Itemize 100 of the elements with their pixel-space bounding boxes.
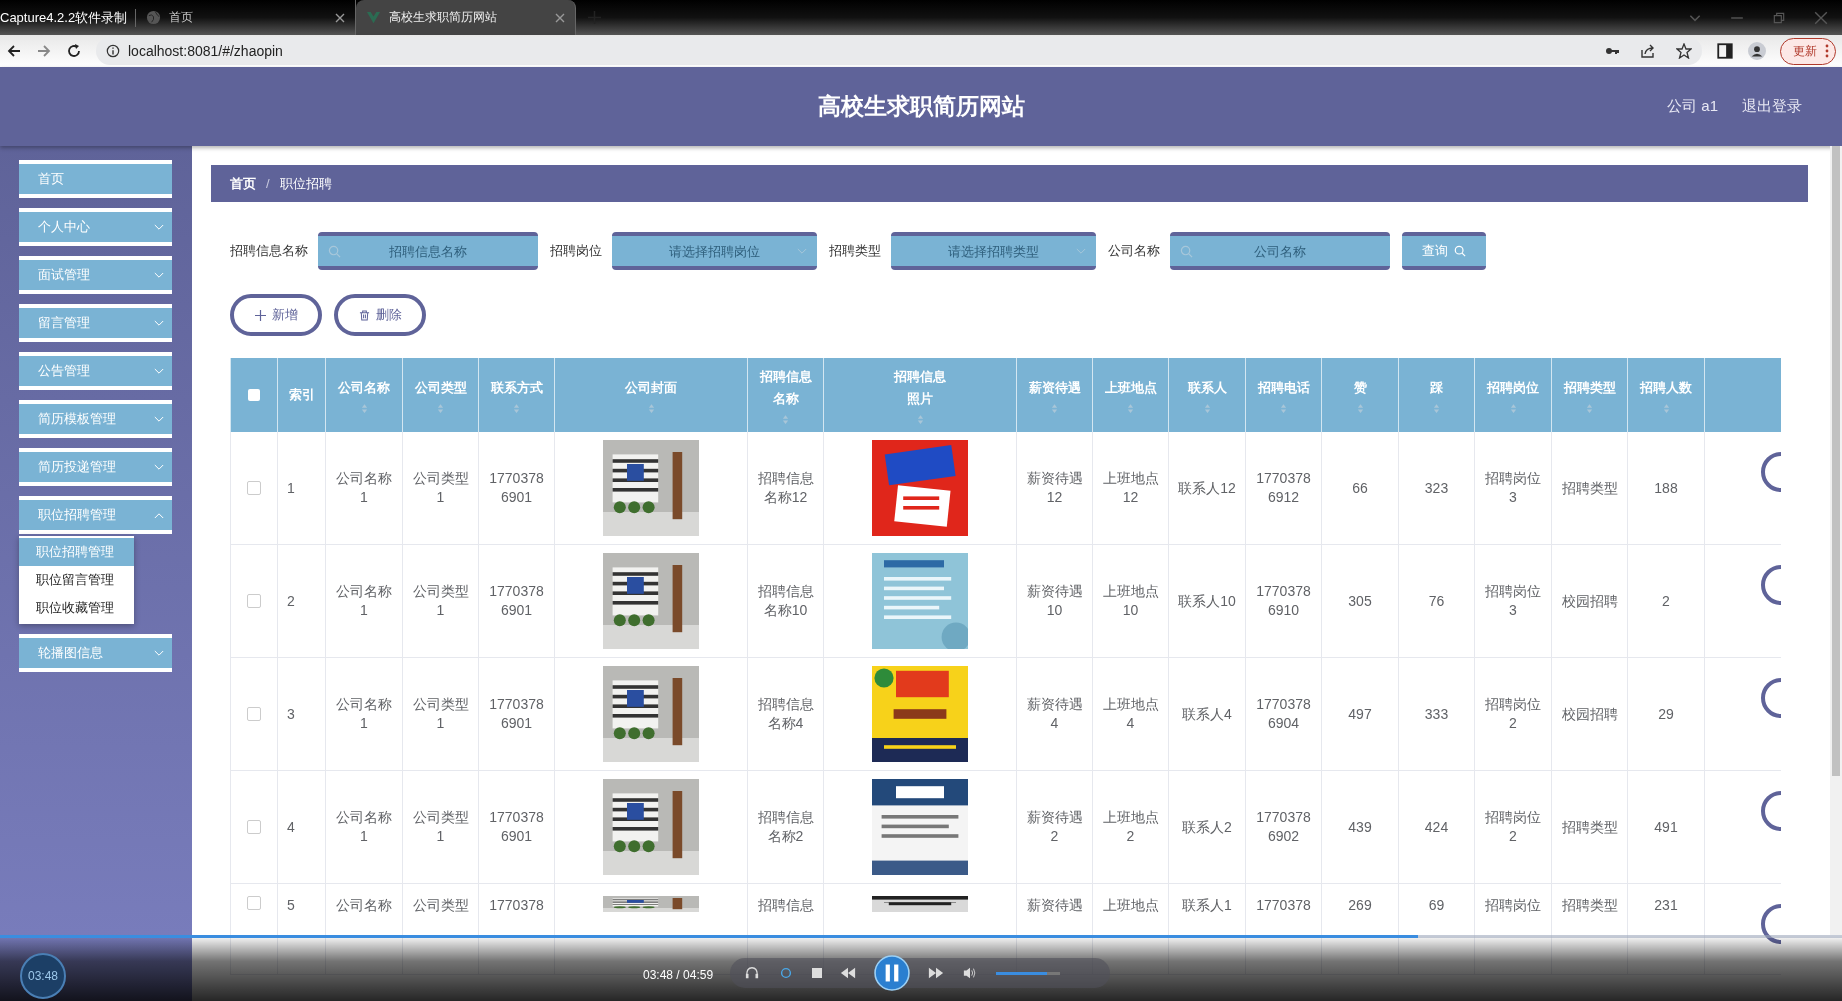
table-cell: 上班地点10	[1102, 582, 1159, 620]
select-field[interactable]: 请选择招聘岗位	[612, 232, 817, 270]
table-cell: 招聘信息名称4	[757, 695, 814, 733]
column-header[interactable]: 联系方式	[490, 376, 543, 399]
menu-item[interactable]: 轮播图信息	[19, 634, 172, 672]
column-header[interactable]: 招聘类型	[1563, 376, 1616, 399]
menu-item[interactable]: 首页	[19, 160, 172, 198]
filter-label: 招聘类型	[829, 242, 881, 260]
column-header[interactable]: 薪资待遇	[1028, 376, 1081, 399]
menu-item[interactable]: 简历模板管理	[19, 400, 172, 438]
column-header[interactable]: 踩	[1430, 376, 1443, 399]
breadcrumb-separator: /	[266, 176, 270, 191]
submenu-item[interactable]: 职位收藏管理	[19, 594, 134, 622]
table-cell-text: 2	[286, 591, 295, 611]
table-cell: 公司名称1	[336, 469, 392, 507]
filter-label: 招聘岗位	[550, 242, 602, 260]
table-cell: 424	[1424, 817, 1449, 837]
table-cell: 1770378	[1256, 896, 1311, 915]
menu-item[interactable]: 公告管理	[19, 352, 172, 390]
logout-link[interactable]: 退出登录	[1742, 97, 1802, 116]
add-button[interactable]: 新增	[230, 294, 322, 336]
table-cell: 公司名称1	[336, 582, 392, 620]
menu-item[interactable]: 面试管理	[19, 256, 172, 294]
menu-item[interactable]: 职位招聘管理	[19, 496, 172, 534]
table-cell: 17703786910	[1256, 582, 1311, 620]
table-cell: 2	[1662, 591, 1670, 611]
table-cell: 招聘类型	[1561, 817, 1618, 837]
column-header[interactable]: 招聘岗位	[1487, 376, 1539, 399]
table-cell: 招聘岗位3	[1485, 582, 1541, 620]
table-cell: 联系人1	[1182, 896, 1232, 915]
table-cell: 17703786901	[489, 695, 544, 733]
table-cell: 上班地点12	[1102, 469, 1159, 507]
submenu-item[interactable]: 职位留言管理	[19, 566, 134, 594]
breadcrumb-item[interactable]: 首页	[230, 174, 256, 193]
select-field[interactable]: 请选择招聘类型	[891, 232, 1096, 270]
table-cell: 公司类型1	[412, 808, 469, 846]
column-header[interactable]: 招聘人数	[1640, 376, 1692, 399]
table-cell: 招聘岗位	[1485, 896, 1541, 915]
table-cell: 231	[1654, 896, 1678, 915]
table-cell: 上班地点2	[1102, 808, 1159, 846]
table-cell: 66	[1352, 478, 1368, 498]
search-field[interactable]: 招聘信息名称	[318, 232, 538, 270]
submenu-item[interactable]: 职位招聘管理	[19, 538, 134, 566]
menu-item[interactable]: 简历投递管理	[19, 448, 172, 486]
table-cell: 上班地点	[1102, 896, 1159, 915]
table-cell: 薪资待遇2	[1026, 808, 1083, 846]
table-cell: 招聘岗位2	[1485, 695, 1541, 733]
table-cell: 439	[1348, 817, 1372, 837]
table-cell: 薪资待遇4	[1026, 695, 1083, 733]
column-header[interactable]: 公司类型	[414, 376, 467, 399]
menu-item[interactable]: 个人中心	[19, 208, 172, 246]
update-button[interactable]: 更新	[1780, 37, 1836, 65]
filter-label: 招聘信息名称	[230, 242, 308, 260]
column-header[interactable]: 上班地点	[1104, 376, 1157, 399]
user-name: 公司 a1	[1667, 97, 1718, 116]
table-cell: 招聘岗位2	[1485, 808, 1541, 846]
table-cell-text: 3	[286, 704, 295, 724]
table-cell-text: 4	[286, 817, 295, 837]
table-cell: 招聘信息	[757, 896, 814, 915]
column-header[interactable]: 公司名称	[338, 376, 390, 399]
table-cell: 491	[1654, 817, 1678, 837]
column-header[interactable]: 招聘信息名称	[754, 365, 817, 410]
table-cell: 497	[1348, 704, 1372, 724]
table-cell: 联系人2	[1182, 817, 1232, 837]
query-button[interactable]: 查询	[1402, 232, 1486, 270]
table-cell: 公司类型1	[412, 582, 469, 620]
table-cell: 17703786901	[489, 808, 544, 846]
table-cell: 29	[1658, 704, 1674, 724]
table-cell: 公司名称	[336, 896, 392, 915]
table-cell: 薪资待遇12	[1026, 469, 1083, 507]
column-header[interactable]: 联系人	[1187, 376, 1227, 399]
column-header: 索引	[288, 386, 315, 404]
table-cell: 联系人12	[1178, 478, 1236, 498]
table-cell: 17703786904	[1256, 695, 1311, 733]
table-cell: 323	[1424, 478, 1449, 498]
site-title: 高校生求职简历网站	[817, 92, 1025, 121]
table-cell: 公司名称1	[336, 695, 392, 733]
table-cell: 1770378	[489, 896, 544, 915]
playback-time: 03:48 / 04:59	[643, 968, 714, 982]
browser-tab[interactable]: 高校生求职简历网站	[356, 0, 577, 35]
table-cell: 联系人4	[1182, 704, 1232, 724]
table-cell: 校园招聘	[1561, 704, 1618, 724]
table-cell: 薪资待遇10	[1026, 582, 1083, 620]
table-cell: 269	[1348, 896, 1372, 915]
table-cell: 76	[1428, 591, 1445, 611]
column-header[interactable]: 公司封面	[625, 376, 677, 399]
search-field[interactable]: 公司名称	[1170, 232, 1390, 270]
table-cell: 17703786901	[489, 582, 544, 620]
menu-item[interactable]: 留言管理	[19, 304, 172, 342]
table-cell: 招聘信息名称2	[757, 808, 814, 846]
table-cell: 17703786901	[489, 469, 544, 507]
table-cell: 薪资待遇	[1026, 896, 1083, 915]
table-cell-text: 1	[286, 478, 295, 498]
table-cell-text: 5	[286, 896, 295, 915]
table-cell: 333	[1424, 704, 1449, 724]
column-header[interactable]: 招聘电话	[1257, 376, 1310, 399]
column-header[interactable]: 招聘信息照片	[889, 365, 951, 410]
table-cell: 公司名称1	[336, 808, 392, 846]
column-header[interactable]: 赞	[1353, 376, 1367, 399]
delete-button[interactable]: 删除	[334, 294, 426, 336]
